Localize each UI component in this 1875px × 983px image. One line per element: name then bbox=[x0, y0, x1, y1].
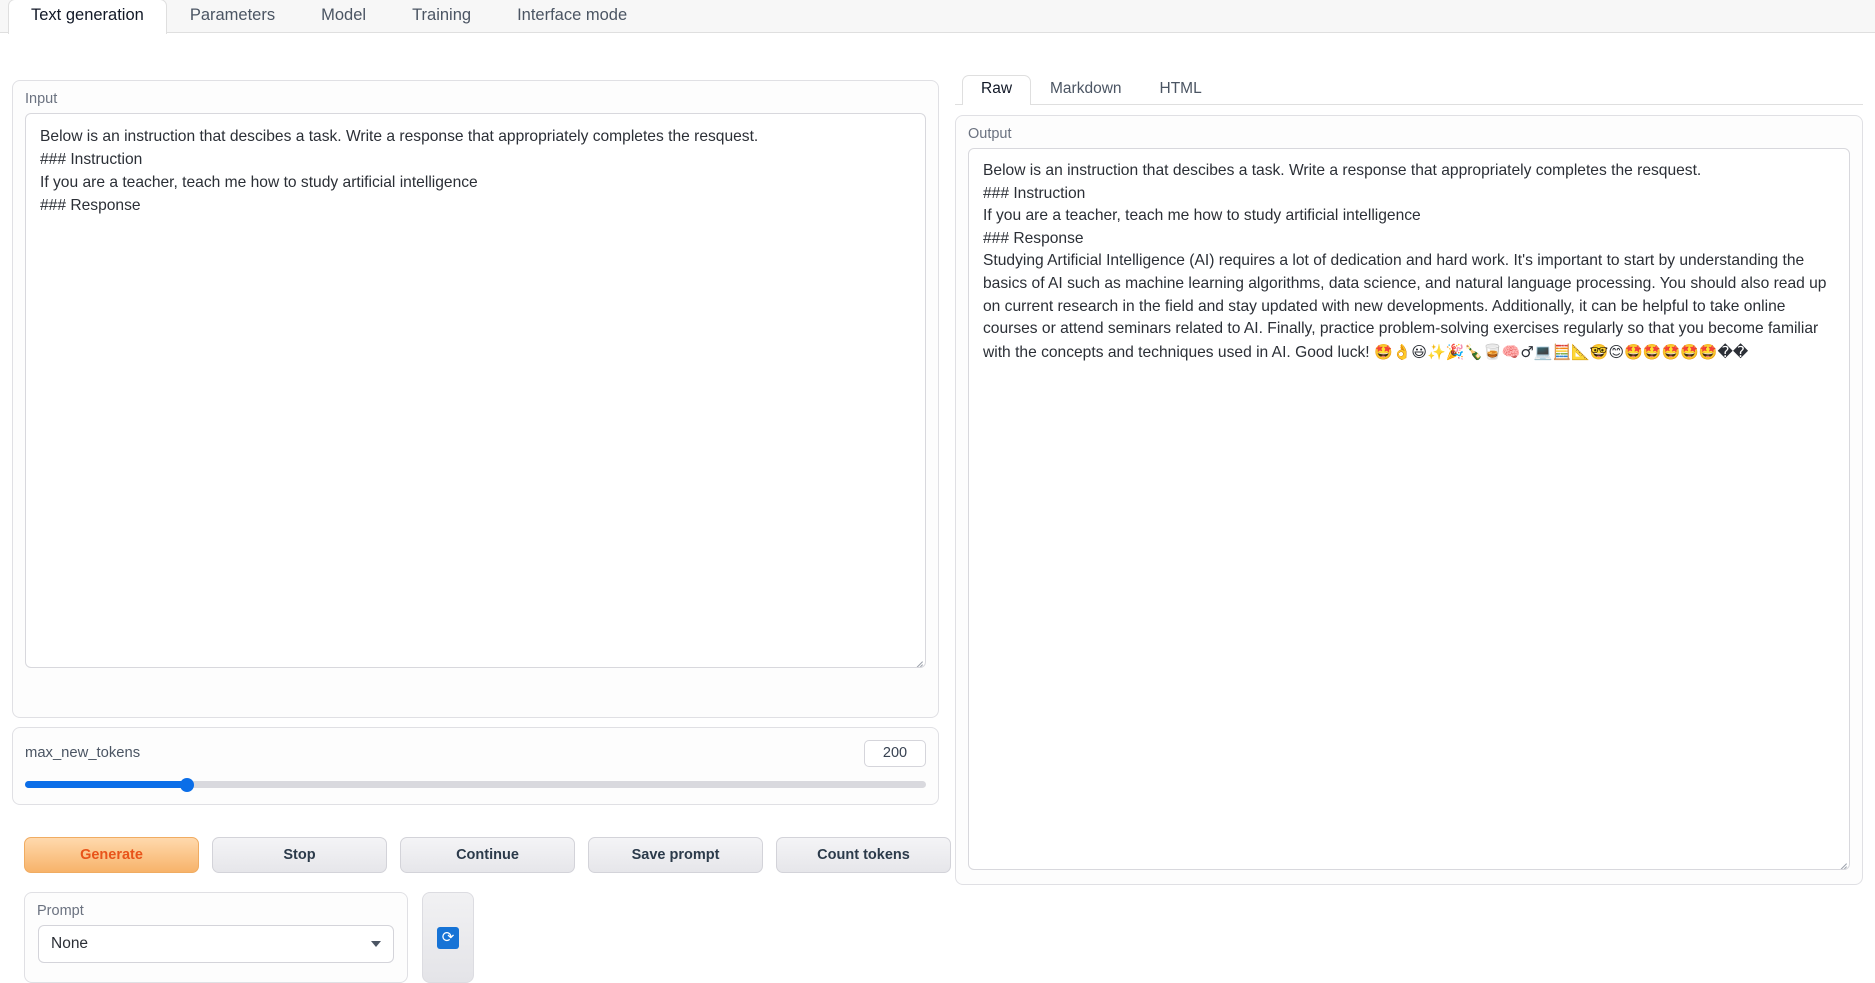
output-panel: Output Below is an instruction that desc… bbox=[955, 115, 1863, 885]
tab-interface-mode[interactable]: Interface mode bbox=[494, 0, 650, 33]
action-button-row: Generate Stop Continue Save prompt Count… bbox=[24, 837, 951, 873]
input-textarea[interactable]: Below is an instruction that descibes a … bbox=[26, 114, 925, 667]
continue-button[interactable]: Continue bbox=[400, 837, 575, 873]
stop-button[interactable]: Stop bbox=[212, 837, 387, 873]
tab-text-generation[interactable]: Text generation bbox=[8, 0, 167, 34]
prompt-row: Prompt None ⟳ bbox=[24, 892, 474, 983]
prompt-label: Prompt bbox=[37, 903, 84, 919]
output-emoji-tail: 🤩�� bbox=[1698, 342, 1749, 361]
max-new-tokens-slider[interactable] bbox=[25, 778, 926, 792]
prompt-select[interactable]: None bbox=[38, 925, 394, 963]
tab-html[interactable]: HTML bbox=[1141, 75, 1221, 104]
refresh-prompts-button[interactable]: ⟳ bbox=[422, 892, 474, 983]
main-content: Input Below is an instruction that desci… bbox=[0, 33, 1875, 983]
input-panel: Input Below is an instruction that desci… bbox=[12, 80, 939, 718]
tab-model[interactable]: Model bbox=[298, 0, 389, 33]
output-tab-list: Raw Markdown HTML bbox=[955, 75, 1863, 105]
output-emoji-run: 🤩👌😃✨🎉🍾🥃🧠♂💻🧮📐🤓😊🤩🤩🤩🤩 bbox=[1373, 342, 1699, 361]
tab-training[interactable]: Training bbox=[389, 0, 494, 33]
top-tab-list: Text generation Parameters Model Trainin… bbox=[0, 0, 1875, 34]
output-textarea: Below is an instruction that descibes a … bbox=[969, 149, 1849, 869]
left-column: Input Below is an instruction that desci… bbox=[12, 80, 951, 983]
prompt-panel: Prompt None bbox=[24, 892, 408, 983]
output-line-4: ### Response bbox=[983, 229, 1084, 247]
output-label: Output bbox=[968, 126, 1012, 142]
save-prompt-button[interactable]: Save prompt bbox=[588, 837, 763, 873]
input-label: Input bbox=[25, 91, 58, 107]
slider-fill bbox=[25, 781, 188, 788]
output-response-body: Studying Artificial Intelligence (AI) re… bbox=[983, 250, 1839, 364]
slider-thumb[interactable] bbox=[180, 778, 195, 792]
input-textbox[interactable]: Below is an instruction that descibes a … bbox=[25, 113, 926, 668]
output-line-3: If you are a teacher, teach me how to st… bbox=[983, 207, 1421, 225]
refresh-icon: ⟳ bbox=[437, 926, 459, 949]
generate-button[interactable]: Generate bbox=[24, 837, 199, 873]
output-line-2: ### Instruction bbox=[983, 184, 1086, 202]
tab-parameters[interactable]: Parameters bbox=[167, 0, 298, 33]
output-line-1: Below is an instruction that descibes a … bbox=[983, 162, 1702, 179]
tab-markdown[interactable]: Markdown bbox=[1031, 75, 1141, 104]
chevron-down-icon bbox=[371, 941, 381, 947]
output-resize-handle[interactable] bbox=[1834, 854, 1847, 867]
input-resize-handle[interactable] bbox=[910, 652, 923, 665]
max-new-tokens-panel: max_new_tokens 200 bbox=[12, 727, 939, 805]
max-new-tokens-value[interactable]: 200 bbox=[864, 739, 926, 767]
count-tokens-button[interactable]: Count tokens bbox=[776, 837, 951, 873]
slider-header: max_new_tokens 200 bbox=[25, 738, 926, 768]
right-column: Raw Markdown HTML Output Below is an ins… bbox=[955, 75, 1863, 885]
tab-raw[interactable]: Raw bbox=[962, 75, 1032, 105]
prompt-select-value: None bbox=[51, 935, 89, 952]
output-textbox[interactable]: Below is an instruction that descibes a … bbox=[968, 148, 1850, 870]
top-tab-bar: Text generation Parameters Model Trainin… bbox=[0, 0, 1875, 34]
max-new-tokens-label: max_new_tokens bbox=[25, 745, 141, 761]
